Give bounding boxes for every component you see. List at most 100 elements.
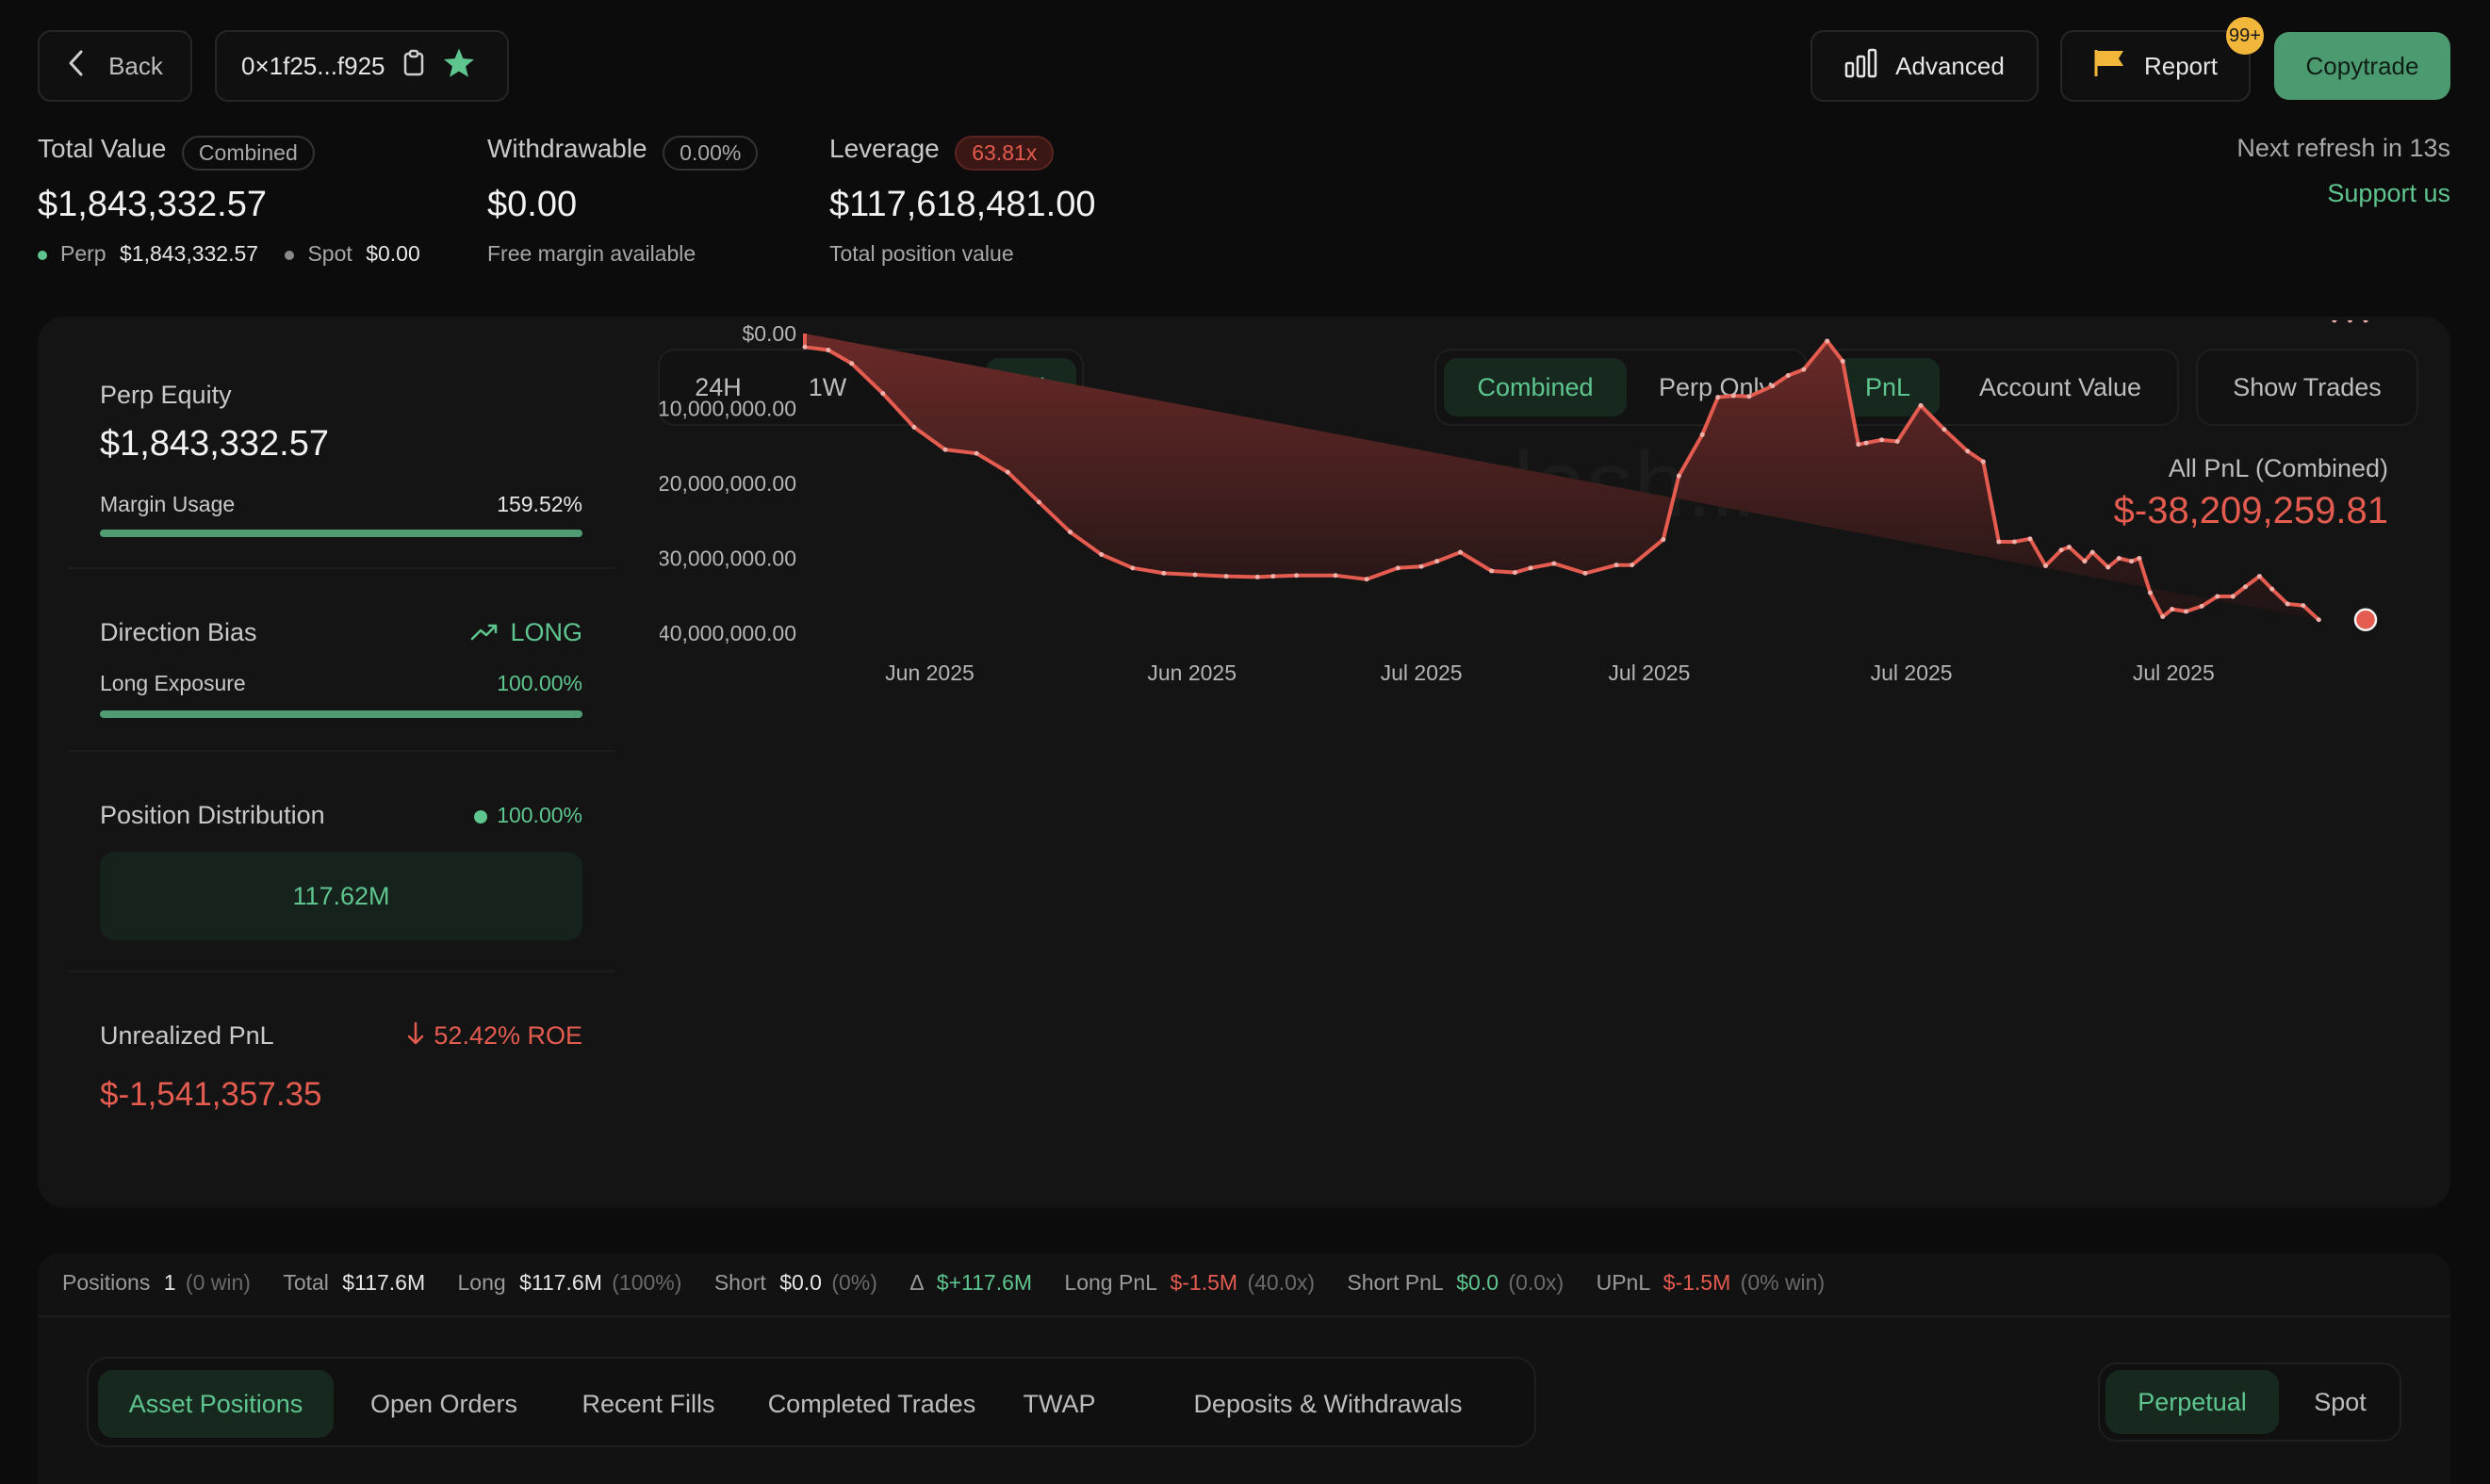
back-button[interactable]: Back — [38, 30, 192, 102]
pnl-chart[interactable]: $0.00 $-10,000,000.00 $-20,000,000.00 $-30,… — [660, 320, 2432, 942]
long-pnl-label: Long PnL — [1064, 1270, 1157, 1295]
copy-icon[interactable] — [402, 49, 425, 84]
short-pnl-value: $0.0 — [1456, 1270, 1499, 1295]
total-value-block: Total Value Combined — [38, 134, 315, 171]
data-point — [1840, 358, 1845, 364]
direction-bias-value: LONG — [510, 618, 582, 646]
tab-twap[interactable]: TWAP — [999, 1370, 1120, 1438]
data-point — [1785, 373, 1791, 379]
short-note: (0%) — [831, 1270, 877, 1295]
pnl-area — [805, 334, 2319, 620]
leverage-block: Leverage 63.81x — [829, 134, 1055, 171]
data-point — [2027, 536, 2033, 542]
tab-spot[interactable]: Spot — [2285, 1370, 2396, 1434]
total-value-stat: $117.6M — [342, 1270, 426, 1295]
data-point — [1130, 565, 1136, 571]
perp-value: $1,843,332.57 — [119, 241, 259, 266]
tab-deposits-withdrawals[interactable]: Deposits & Withdrawals — [1129, 1370, 1527, 1438]
data-point — [1996, 539, 2002, 545]
total-label: Total — [283, 1270, 329, 1295]
withdrawable-value: $0.00 — [487, 185, 578, 224]
data-point — [1223, 574, 1229, 579]
data-point — [1512, 570, 1517, 576]
long-pnl-note: (40.0x) — [1247, 1270, 1316, 1295]
long-exposure-value: 100.00% — [497, 671, 582, 695]
divider — [68, 970, 614, 972]
report-button[interactable]: Report — [2060, 30, 2251, 102]
leverage-pill: 63.81x — [955, 136, 1055, 171]
data-point — [1746, 394, 1752, 400]
data-point — [2347, 320, 2352, 323]
y-tick-label: $-20,000,000.00 — [660, 471, 796, 496]
withdrawable-sub: Free margin available — [487, 241, 696, 266]
flag-icon — [2093, 48, 2127, 85]
total-value: $1,843,332.57 — [38, 185, 268, 224]
data-point — [1192, 572, 1198, 578]
copytrade-button[interactable]: Copytrade — [2274, 32, 2450, 100]
tab-open-orders[interactable]: Open Orders — [343, 1370, 545, 1438]
position-distribution-value: 100.00% — [497, 803, 582, 827]
x-tick-label: Jun 2025 — [885, 660, 975, 685]
unrealized-pnl-value: $-1,541,357.35 — [100, 1076, 322, 1113]
long-pnl-value: $-1.5M — [1170, 1270, 1238, 1295]
spot-label: Spot — [307, 241, 352, 266]
short-pnl-note: (0.0x) — [1508, 1270, 1564, 1295]
y-tick-label: $-10,000,000.00 — [660, 397, 796, 421]
data-point — [2301, 603, 2306, 609]
tab-perpetual[interactable]: Perpetual — [2105, 1370, 2279, 1434]
data-point — [2011, 539, 2017, 545]
x-tick-label: Jul 2025 — [1608, 660, 1690, 685]
data-point — [1551, 561, 1557, 566]
withdrawable-label: Withdrawable — [487, 134, 647, 163]
data-point — [1941, 427, 1947, 432]
data-point — [1661, 537, 1666, 543]
unrealized-roe-wrap: 52.42% ROE — [377, 1021, 582, 1052]
data-point — [1364, 577, 1369, 582]
short-pnl-label: Short PnL — [1347, 1270, 1443, 1295]
address-chip: 0×1f25...f925 — [215, 30, 509, 102]
data-point — [1965, 448, 1971, 454]
data-point — [1856, 442, 1861, 448]
data-point — [2215, 594, 2220, 599]
data-point — [1254, 574, 1260, 579]
data-point — [2137, 556, 2142, 561]
market-tab-bar: Perpetual Spot — [2098, 1362, 2401, 1442]
data-point — [1294, 573, 1300, 579]
data-point — [942, 447, 948, 452]
star-icon[interactable] — [442, 47, 476, 86]
support-link[interactable]: Support us — [2327, 179, 2450, 208]
y-tick-label: $-40,000,000.00 — [660, 621, 796, 645]
direction-bias-value-wrap: LONG — [377, 618, 582, 648]
data-point — [1715, 395, 1721, 400]
position-distribution-box[interactable]: 117.62M — [100, 852, 582, 940]
unrealized-roe: 52.42% ROE — [434, 1021, 582, 1050]
delta-label: Δ — [909, 1270, 924, 1295]
margin-usage-label: Margin Usage — [100, 492, 236, 516]
total-value-scope-pill: Combined — [181, 136, 315, 171]
data-point — [1825, 338, 1830, 344]
data-point — [1894, 438, 1900, 444]
margin-usage-value: 159.52% — [497, 492, 582, 516]
tab-completed-trades[interactable]: Completed Trades — [754, 1370, 990, 1438]
data-point — [1730, 393, 1736, 399]
tab-asset-positions[interactable]: Asset Positions — [98, 1370, 334, 1438]
withdrawable-pill: 0.00% — [663, 136, 759, 171]
data-point — [880, 391, 886, 397]
data-point — [1879, 437, 1885, 443]
divider — [68, 567, 614, 569]
data-point — [2363, 320, 2368, 323]
report-count-badge: 99+ — [2226, 17, 2264, 55]
data-point — [2332, 320, 2337, 323]
refresh-countdown: Next refresh in 13s — [2236, 134, 2450, 162]
positions-note: (0 win) — [185, 1270, 251, 1295]
advanced-button[interactable]: Advanced — [1810, 30, 2039, 102]
advanced-label: Advanced — [1895, 51, 2005, 80]
data-point — [2170, 607, 2175, 612]
long-exposure-fill — [100, 710, 582, 718]
tab-recent-fills[interactable]: Recent Fills — [554, 1370, 743, 1438]
data-point — [1005, 469, 1010, 475]
position-distribution-value-wrap: 100.00% — [377, 803, 582, 828]
upnl-value: $-1.5M — [1663, 1270, 1731, 1295]
x-tick-label: Jul 2025 — [1381, 660, 1463, 685]
data-point — [2184, 609, 2189, 614]
